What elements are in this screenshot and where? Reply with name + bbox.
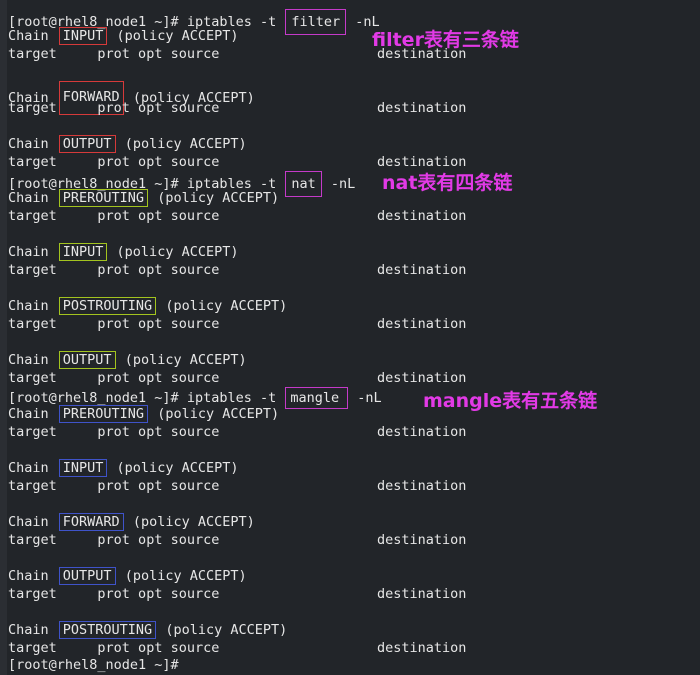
column-header-line: target prot opt source destination [8, 640, 467, 656]
scrollbar-gutter[interactable] [0, 0, 7, 675]
chain-name-nat-prerouting: PREROUTING [58, 189, 149, 207]
chain-name-mangle-output: OUTPUT [58, 567, 116, 585]
chain-label: Chain [8, 406, 57, 422]
column-header-line: target prot opt source destination [8, 154, 467, 170]
chain-policy: (policy ACCEPT) [108, 244, 239, 260]
chain-label: Chain [8, 622, 57, 638]
chain-line: Chain PREROUTING (policy ACCEPT) [8, 405, 279, 423]
final-prompt-line[interactable]: [root@rhel8_node1 ~]# [8, 656, 179, 674]
chain-line: Chain INPUT (policy ACCEPT) [8, 243, 238, 261]
chain-label: Chain [8, 514, 57, 530]
chain-line: Chain FORWARD (policy ACCEPT) [8, 513, 255, 531]
chain-label: Chain [8, 460, 57, 476]
column-header-line: target prot opt source destination [8, 316, 467, 332]
chain-policy: (policy ACCEPT) [108, 28, 239, 44]
command-flags: -nL [322, 176, 356, 192]
chain-policy: (policy ACCEPT) [157, 622, 288, 638]
chain-name-nat-output: OUTPUT [58, 351, 116, 369]
chain-line: Chain OUTPUT (policy ACCEPT) [8, 135, 247, 153]
chain-line: Chain OUTPUT (policy ACCEPT) [8, 567, 247, 585]
chain-policy: (policy ACCEPT) [157, 298, 288, 314]
chain-policy: (policy ACCEPT) [116, 136, 247, 152]
column-header-line: target prot opt source destination [8, 424, 467, 440]
command-line-nat: [root@rhel8_node1 ~]# iptables -t nat -n… [8, 171, 355, 197]
chain-label: Chain [8, 190, 57, 206]
chain-name-mangle-postrouting: POSTROUTING [58, 621, 157, 639]
shell-prompt: [root@rhel8_node1 ~]# [8, 657, 179, 673]
chain-policy: (policy ACCEPT) [149, 190, 280, 206]
chain-name-nat-input: INPUT [58, 243, 108, 261]
column-header-line: target prot opt source destination [8, 370, 467, 386]
chain-name-mangle-prerouting: PREROUTING [58, 405, 149, 423]
chain-policy: (policy ACCEPT) [108, 460, 239, 476]
chain-name-mangle-input: INPUT [58, 459, 108, 477]
chain-name-mangle-forward: FORWARD [58, 513, 124, 531]
column-header-line: target prot opt source destination [8, 262, 467, 278]
chain-policy: (policy ACCEPT) [116, 568, 247, 584]
chain-line: Chain PREROUTING (policy ACCEPT) [8, 189, 279, 207]
chain-name-filter-input: INPUT [58, 27, 108, 45]
annotation-nat: nat表有四条链 [382, 172, 513, 194]
column-header-line: target prot opt source destination [8, 208, 467, 224]
terminal-window[interactable]: [root@rhel8_node1 ~]# iptables -t filter… [0, 0, 700, 675]
chain-policy: (policy ACCEPT) [116, 352, 247, 368]
table-name-filter: filter [285, 9, 347, 35]
chain-line: Chain INPUT (policy ACCEPT) [8, 459, 238, 477]
column-header-line: target prot opt source destination [8, 586, 467, 602]
table-name-mangle: mangle [285, 387, 349, 409]
column-header-line: target prot opt source destination [8, 46, 467, 62]
chain-name-nat-postrouting: POSTROUTING [58, 297, 157, 315]
chain-label: Chain [8, 352, 57, 368]
chain-policy: (policy ACCEPT) [124, 514, 255, 530]
command-line-mangle: [root@rhel8_node1 ~]# iptables -t mangle… [8, 387, 382, 409]
command-flags: -nL [349, 390, 382, 406]
column-header-line: target prot opt source destination [8, 532, 467, 548]
chain-label: Chain [8, 244, 57, 260]
table-name-nat: nat [285, 171, 322, 197]
column-header-line: target prot opt source destination [8, 100, 467, 116]
chain-policy: (policy ACCEPT) [149, 406, 280, 422]
column-header-line: target prot opt source destination [8, 478, 467, 494]
chain-line: Chain POSTROUTING (policy ACCEPT) [8, 621, 287, 639]
chain-line: Chain POSTROUTING (policy ACCEPT) [8, 297, 287, 315]
chain-line: Chain OUTPUT (policy ACCEPT) [8, 351, 247, 369]
chain-label: Chain [8, 298, 57, 314]
chain-label: Chain [8, 28, 57, 44]
command-line-filter: [root@rhel8_node1 ~]# iptables -t filter… [8, 9, 380, 35]
chain-label: Chain [8, 136, 57, 152]
chain-line: Chain INPUT (policy ACCEPT) [8, 27, 238, 45]
annotation-mangle: mangle表有五条链 [423, 390, 598, 412]
chain-name-filter-output: OUTPUT [58, 135, 116, 153]
chain-line: Chain FORWARD (policy ACCEPT) [8, 81, 255, 115]
chain-label: Chain [8, 568, 57, 584]
